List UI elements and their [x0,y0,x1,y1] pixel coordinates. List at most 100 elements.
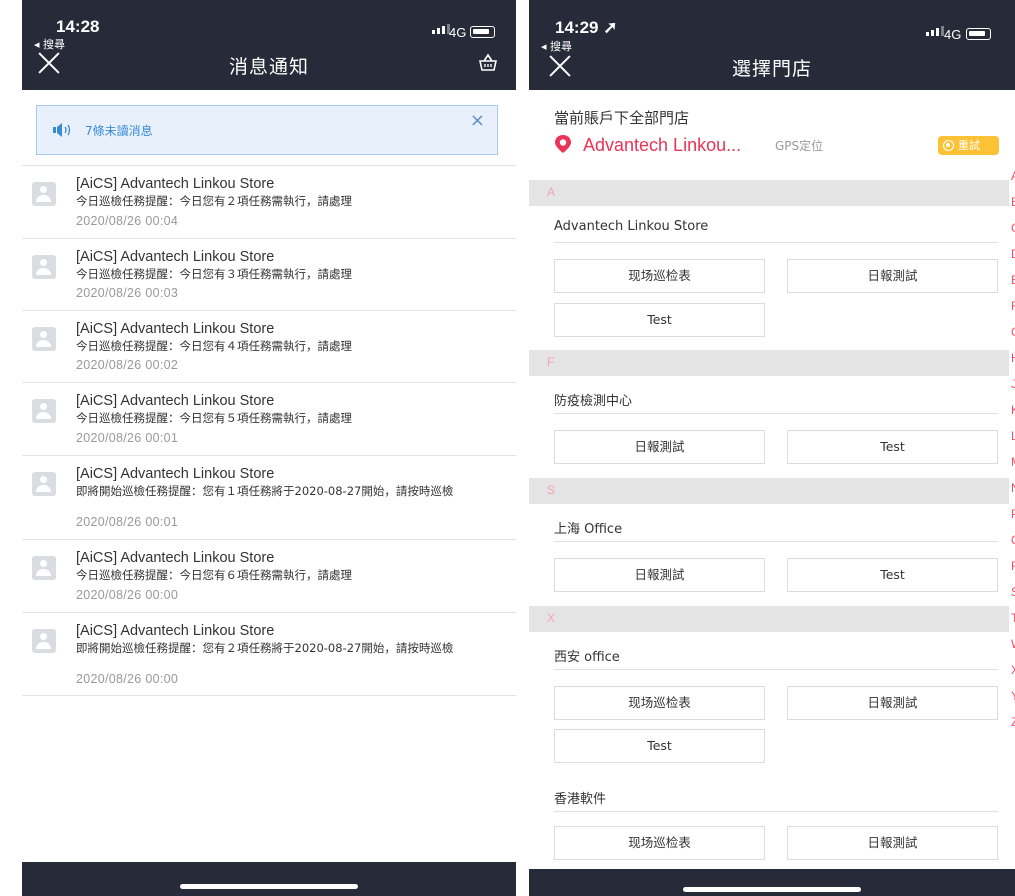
alphabet-index[interactable]: ABCDEFGHJKLMNPQRSTWXYZ [1011,163,1015,735]
index-letter[interactable]: N [1011,475,1015,501]
index-letter[interactable]: X [1011,657,1015,683]
index-letter[interactable]: Q [1011,527,1015,553]
index-letter[interactable]: C [1011,215,1015,241]
message-date: 2020/08/26 00:01 [76,515,179,529]
message-title: [AiCS] Advantech Linkou Store [76,393,275,409]
message-title: [AiCS] Advantech Linkou Store [76,249,275,265]
message-date: 2020/08/26 00:00 [76,672,179,686]
store-name: 防疫檢測中心 [554,394,633,409]
retry-gps-button[interactable]: 重試 [938,136,999,155]
index-letter[interactable]: F [1011,293,1015,319]
avatar-icon [32,182,56,206]
message-item[interactable]: [AiCS] Advantech Linkou Store 今日巡檢任務提醒：今日… [22,165,516,238]
page-title: 選擇門店 [731,58,812,80]
message-title: [AiCS] Advantech Linkou Store [76,550,275,566]
form-template-button[interactable]: 现场巡检表 [554,259,765,293]
divider [554,541,998,542]
index-letter[interactable]: M [1011,449,1015,475]
divider [554,811,998,812]
current-store-name[interactable]: Advantech Linkou... [583,135,741,156]
section-header: S [529,478,1009,504]
section-header: X [529,606,1009,632]
form-template-button[interactable]: 日報測試 [554,558,765,592]
index-letter[interactable]: Z [1011,709,1015,735]
index-letter[interactable]: A [1011,163,1015,189]
message-item[interactable]: [AiCS] Advantech Linkou Store 今日巡檢任務提醒：今日… [22,310,516,382]
message-date: 2020/08/26 00:04 [76,214,179,228]
index-letter[interactable]: L [1011,423,1015,449]
message-item[interactable]: [AiCS] Advantech Linkou Store 即將開始巡檢任務提醒：… [22,455,516,539]
message-item[interactable]: [AiCS] Advantech Linkou Store 今日巡檢任務提醒：今日… [22,382,516,455]
avatar-icon [32,255,56,279]
index-letter[interactable]: T [1011,605,1015,631]
form-template-button[interactable]: 日報測試 [787,259,998,293]
index-letter[interactable]: G [1011,319,1015,345]
form-template-button[interactable]: Test [787,558,998,592]
close-banner-icon[interactable]: × [470,110,485,131]
store-select-screen: 14:29 ➚ ◂ 搜尋 4G 選擇門店 當前賬戶下全部門店 Advantech… [529,0,1015,896]
network-type: 4G [944,27,962,42]
unread-count-text: 7條未讀消息 [85,124,153,138]
form-template-button[interactable]: 现场巡检表 [554,826,765,860]
message-item[interactable]: [AiCS] Advantech Linkou Store 今日巡檢任務提醒：今日… [22,539,516,612]
form-template-button[interactable]: Test [554,303,765,337]
index-letter[interactable]: H [1011,345,1015,371]
retry-label: 重試 [958,139,980,152]
home-indicator-bar [529,869,1015,896]
signal-icon [432,24,450,34]
status-time: 14:28 [56,17,100,36]
form-template-button[interactable]: 日報測試 [554,430,765,464]
divider [554,669,998,670]
message-date: 2020/08/26 00:03 [76,286,179,300]
all-stores-header: 當前賬戶下全部門店 [554,109,690,127]
form-template-button[interactable]: 日報測試 [787,826,998,860]
form-template-button[interactable]: 现场巡检表 [554,686,765,720]
index-letter[interactable]: W [1011,631,1015,657]
basket-icon[interactable] [478,52,498,72]
message-date: 2020/08/26 00:00 [76,588,179,602]
index-letter[interactable]: D [1011,241,1015,267]
store-name: Advantech Linkou Store [554,219,709,234]
gps-label: GPS定位 [775,139,824,153]
unread-banner[interactable]: 7條未讀消息 × [36,105,498,155]
home-indicator-bar [22,862,516,896]
message-item[interactable]: [AiCS] Advantech Linkou Store 即將開始巡檢任務提醒：… [22,612,516,696]
message-date: 2020/08/26 00:01 [76,431,179,445]
index-letter[interactable]: B [1011,189,1015,215]
status-time: 14:29 ➚ [555,18,618,37]
home-indicator[interactable] [683,887,861,892]
target-icon [943,140,954,151]
back-to-search-link[interactable]: ◂ 搜尋 [34,36,65,52]
message-body: 今日巡檢任務提醒：今日您有３項任務需執行，請處理 [76,267,352,281]
back-to-search-link[interactable]: ◂ 搜尋 [541,38,572,54]
message-title: [AiCS] Advantech Linkou Store [76,176,275,192]
divider [554,413,998,414]
index-letter[interactable]: P [1011,501,1015,527]
nav-bar: 14:29 ➚ ◂ 搜尋 4G 選擇門店 [529,0,1015,90]
section-letter: X [547,611,556,625]
form-template-button[interactable]: Test [787,430,998,464]
home-indicator[interactable] [180,884,358,889]
message-title: [AiCS] Advantech Linkou Store [76,466,275,482]
index-letter[interactable]: Y [1011,683,1015,709]
index-letter[interactable]: E [1011,267,1015,293]
divider [554,242,998,243]
message-body: 今日巡檢任務提醒：今日您有２項任務需執行，請處理 [76,194,352,208]
message-screen: 14:28 ◂ 搜尋 4G 消息通知 7條未讀消息 × [AiCS] Advan… [22,0,516,896]
battery-icon [470,26,495,38]
avatar-icon [32,556,56,580]
form-template-button[interactable]: 日報測試 [787,686,998,720]
page-title: 消息通知 [228,56,309,78]
section-letter: F [547,355,555,369]
section-header: A [529,180,1009,206]
index-letter[interactable]: S [1011,579,1015,605]
message-title: [AiCS] Advantech Linkou Store [76,623,275,639]
index-letter[interactable]: R [1011,553,1015,579]
form-template-button[interactable]: Test [554,729,765,763]
message-body: 今日巡檢任務提醒：今日您有４項任務需執行，請處理 [76,339,352,353]
message-item[interactable]: [AiCS] Advantech Linkou Store 今日巡檢任務提醒：今日… [22,238,516,310]
index-letter[interactable]: J [1011,371,1015,397]
battery-icon [966,28,991,40]
avatar-icon [32,629,56,653]
index-letter[interactable]: K [1011,397,1015,423]
